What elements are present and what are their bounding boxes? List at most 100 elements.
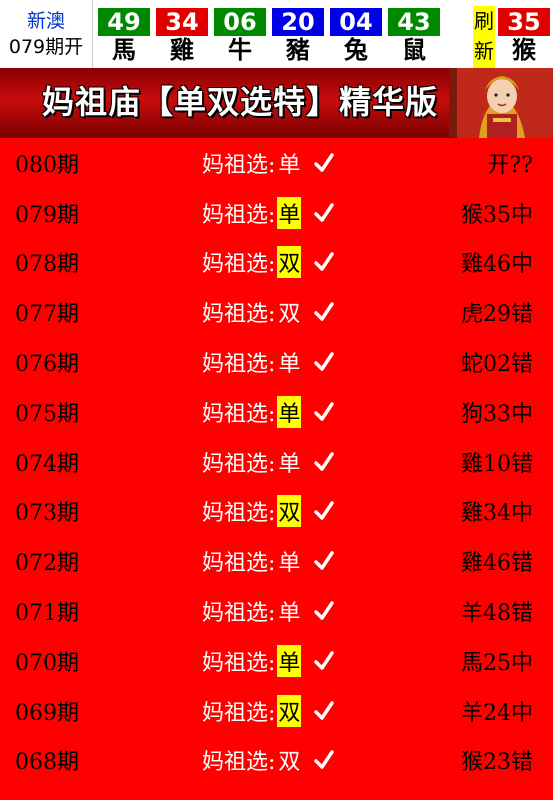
pick-value: 双 (278, 302, 301, 328)
row-issue: 071期 (15, 601, 79, 627)
row-pick: 妈祖选: 双 (202, 694, 335, 727)
ball-zodiac: 豬 (286, 36, 310, 64)
row-issue: 072期 (15, 551, 79, 577)
row-issue: 077期 (15, 302, 79, 328)
prediction-row: 073期 妈祖选: 双 雞34中 (0, 487, 553, 537)
row-pick: 妈祖选: 双 (202, 495, 335, 528)
check-icon (314, 750, 335, 770)
ball-zodiac: 兔 (344, 36, 368, 64)
ball-number: 04 (330, 8, 382, 36)
pick-prefix: 妈祖选: (202, 152, 276, 178)
mazu-deity-image (449, 68, 553, 138)
result-ball: 06 牛 (213, 0, 267, 68)
pick-value: 单 (277, 395, 302, 428)
prediction-row: 079期 妈祖选: 单 猴35中 (0, 188, 553, 238)
row-pick: 妈祖选: 单 (202, 395, 335, 428)
ball-number: 49 (98, 8, 150, 36)
result-ball: 20 豬 (271, 0, 325, 68)
pick-value: 单 (278, 451, 301, 477)
pick-prefix: 妈祖选: (202, 202, 276, 228)
row-issue: 079期 (15, 202, 79, 228)
row-issue: 070期 (15, 650, 79, 676)
check-icon (314, 501, 335, 521)
draw-issue: 079期开 (8, 36, 84, 58)
prediction-row: 075期 妈祖选: 单 狗33中 (0, 387, 553, 437)
pick-value: 双 (278, 750, 301, 776)
special-ball-number: 35 (498, 8, 550, 36)
ball-number: 43 (388, 8, 440, 36)
result-ball: 49 馬 (97, 0, 151, 68)
row-result: 雞46错 (461, 551, 533, 577)
row-issue: 068期 (15, 750, 79, 776)
row-result: 猴35中 (461, 202, 533, 228)
row-issue: 073期 (15, 501, 79, 527)
special-ball: 35 猴 (497, 0, 551, 68)
ball-number: 34 (156, 8, 208, 36)
prediction-row: 070期 妈祖选: 单 馬25中 (0, 636, 553, 686)
row-result: 羊48错 (461, 601, 533, 627)
row-result: 蛇02错 (461, 352, 533, 378)
check-icon (314, 551, 335, 571)
prediction-row: 068期 妈祖选: 双 猴23错 (0, 736, 553, 786)
result-source: 新澳 079期开 (0, 0, 93, 68)
ball-zodiac: 牛 (228, 36, 252, 64)
row-issue: 080期 (15, 152, 79, 178)
row-pick: 妈祖选: 双 (202, 246, 335, 279)
pick-prefix: 妈祖选: (202, 551, 276, 577)
row-result: 雞46中 (461, 252, 533, 278)
check-icon (314, 252, 335, 272)
ball-zodiac: 馬 (112, 36, 136, 64)
pick-prefix: 妈祖选: (202, 451, 276, 477)
check-icon (314, 601, 335, 620)
row-issue: 075期 (15, 401, 79, 427)
ball-zodiac: 雞 (170, 36, 194, 64)
pick-value: 双 (277, 694, 302, 727)
row-result: 猴23错 (461, 750, 533, 776)
row-pick: 妈祖选: 单 (202, 147, 335, 179)
row-issue: 074期 (15, 451, 79, 477)
prediction-row: 074期 妈祖选: 单 雞10错 (0, 437, 553, 487)
pick-prefix: 妈祖选: (202, 601, 276, 627)
row-issue: 078期 (15, 252, 79, 278)
result-ball: 04 兔 (329, 0, 383, 68)
row-pick: 妈祖选: 单 (202, 196, 335, 229)
check-icon (314, 352, 335, 371)
check-icon (314, 302, 335, 322)
pick-prefix: 妈祖选: (202, 501, 276, 527)
prediction-row: 078期 妈祖选: 双 雞46中 (0, 238, 553, 288)
banner-title: 妈祖庙【单双选特】精华版 (42, 83, 439, 121)
row-pick: 妈祖选: 单 (202, 346, 335, 378)
row-result: 虎29错 (461, 302, 533, 328)
prediction-row: 077期 妈祖选: 双 虎29错 (0, 287, 553, 337)
row-issue: 069期 (15, 700, 79, 726)
pick-value: 单 (278, 551, 301, 577)
result-ball: 43 鼠 (387, 0, 441, 68)
row-result: 雞10错 (461, 451, 533, 477)
check-icon (314, 700, 335, 720)
check-icon (314, 153, 335, 172)
refresh-button[interactable]: 刷 新 (473, 6, 495, 68)
title-banner: 妈祖庙【单双选特】精华版 (0, 68, 553, 138)
row-pick: 妈祖选: 单 (202, 595, 335, 627)
prediction-row: 069期 妈祖选: 双 羊24中 (0, 686, 553, 736)
pick-value: 单 (278, 601, 301, 627)
row-result: 羊24中 (461, 700, 533, 726)
row-pick: 妈祖选: 单 (202, 644, 335, 677)
result-balls: 49 馬 34 雞 06 牛 20 豬 04 兔 43 鼠 (93, 0, 469, 68)
pick-value: 单 (278, 352, 301, 378)
row-result: 狗33中 (461, 401, 533, 427)
result-ball: 34 雞 (155, 0, 209, 68)
prediction-row: 080期 妈祖选: 单 开?? (0, 138, 553, 188)
check-icon (314, 651, 335, 670)
pick-prefix: 妈祖选: (202, 352, 276, 378)
special-ball-zodiac: 猴 (512, 36, 536, 64)
check-icon (314, 202, 335, 222)
prediction-row: 071期 妈祖选: 单 羊48错 (0, 586, 553, 636)
row-pick: 妈祖选: 双 (202, 744, 335, 776)
pick-prefix: 妈祖选: (202, 750, 276, 776)
pick-prefix: 妈祖选: (202, 252, 276, 278)
ball-number: 20 (272, 8, 324, 36)
lottery-result-bar: 新澳 079期开 49 馬 34 雞 06 牛 20 豬 04 兔 43 鼠 刷 新 35 猴 (0, 0, 553, 68)
row-issue: 076期 (15, 352, 79, 378)
check-icon (314, 402, 335, 421)
